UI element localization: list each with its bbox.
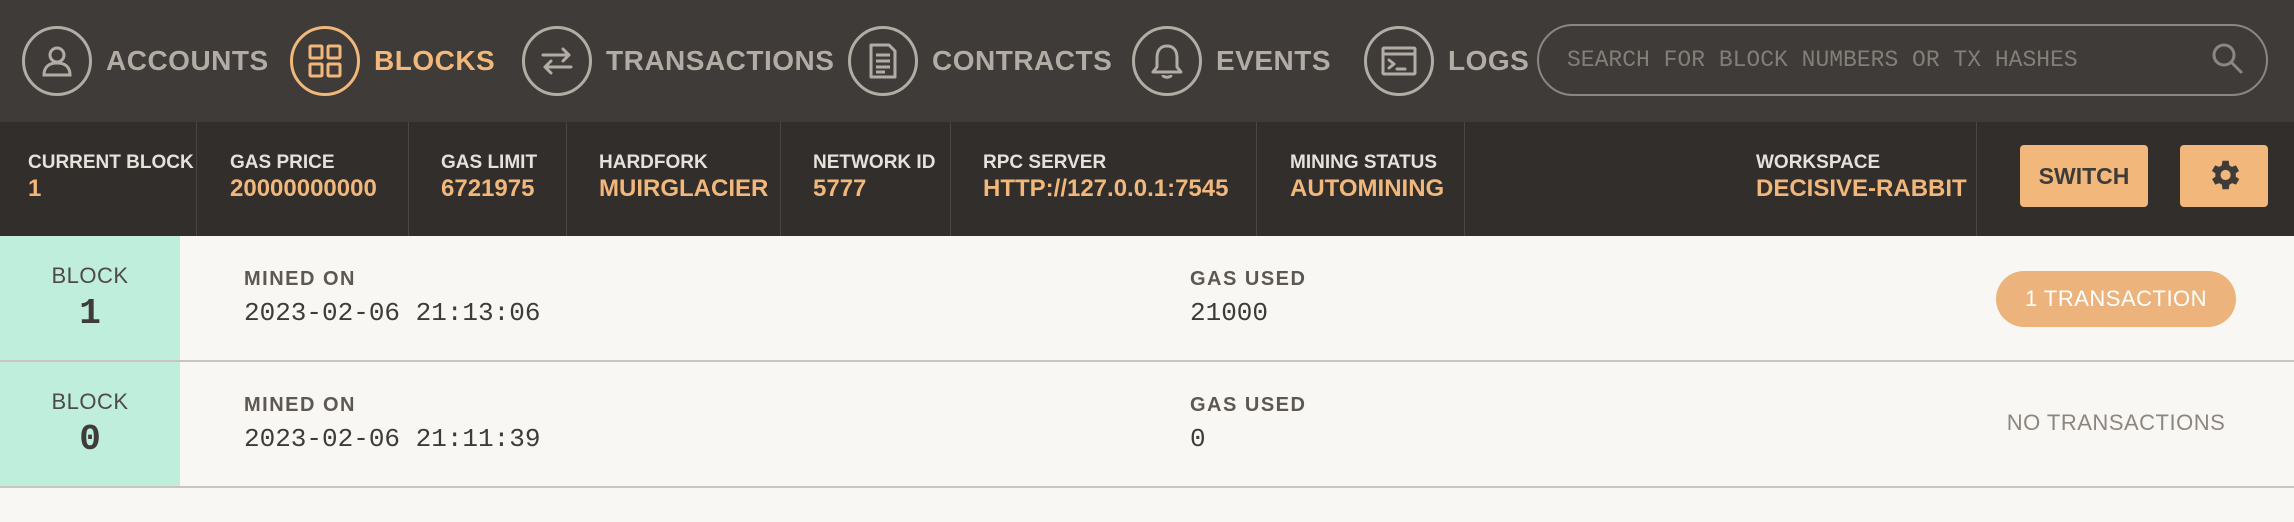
stat-label: CURRENT BLOCK xyxy=(28,152,194,173)
stat-value: MUIRGLACIER xyxy=(599,175,769,202)
gas-used-label: GAS USED xyxy=(1190,394,1307,416)
stat-value: HTTP://127.0.0.1:7545 xyxy=(983,175,1229,202)
mined-on-value: 2023-02-06 21:11:39 xyxy=(244,424,541,454)
stat-current-block: CURRENT BLOCK 1 xyxy=(0,122,197,236)
stat-workspace: WORKSPACE DECISIVE-RABBIT xyxy=(1465,122,1977,236)
nav-transactions[interactable]: TRANSACTIONS xyxy=(522,22,834,100)
stat-hardfork: HARDFORK MUIRGLACIER xyxy=(567,122,781,236)
block-label: BLOCK xyxy=(51,262,129,288)
terminal-icon xyxy=(1364,26,1434,96)
stat-label: WORKSPACE xyxy=(1756,152,1881,173)
stat-value: 6721975 xyxy=(441,175,535,202)
search-input[interactable] xyxy=(1565,46,2210,74)
stat-gas-limit: GAS LIMIT 6721975 xyxy=(409,122,567,236)
top-navigation: ACCOUNTS BLOCKS TRANSACTIONS CONTRACTS E… xyxy=(0,0,2294,122)
stat-gas-price: GAS PRICE 20000000000 xyxy=(197,122,409,236)
block-number-cell: BLOCK 0 xyxy=(0,362,180,486)
stat-label: NETWORK ID xyxy=(813,152,936,173)
bell-icon xyxy=(1132,26,1202,96)
transaction-count-badge[interactable]: 1 TRANSACTION xyxy=(1996,271,2236,327)
search-box[interactable] xyxy=(1537,24,2268,96)
stat-value: AUTOMINING xyxy=(1290,175,1445,202)
block-row[interactable]: BLOCK 1 MINED ON 2023-02-06 21:13:06 GAS… xyxy=(0,236,2294,362)
stat-label: RPC SERVER xyxy=(983,152,1107,173)
block-row[interactable]: BLOCK 0 MINED ON 2023-02-06 21:11:39 GAS… xyxy=(0,362,2294,488)
nav-events[interactable]: EVENTS xyxy=(1132,22,1331,100)
nav-blocks-label: BLOCKS xyxy=(374,45,496,76)
user-icon xyxy=(22,26,92,96)
block-number: 0 xyxy=(79,418,101,460)
search-icon[interactable] xyxy=(2210,41,2244,80)
nav-events-label: EVENTS xyxy=(1216,45,1332,76)
nav-accounts-label: ACCOUNTS xyxy=(106,45,269,76)
nav-logs-label: LOGS xyxy=(1448,45,1530,76)
swap-arrows-icon xyxy=(522,26,592,96)
nav-accounts[interactable]: ACCOUNTS xyxy=(22,22,269,100)
grid-icon xyxy=(290,26,360,96)
nav-blocks[interactable]: BLOCKS xyxy=(290,22,495,100)
gas-used-value: 0 xyxy=(1190,424,1206,454)
stat-network-id: NETWORK ID 5777 xyxy=(781,122,951,236)
stat-value: 5777 xyxy=(813,175,867,202)
block-number-cell: BLOCK 1 xyxy=(0,236,180,360)
nav-logs[interactable]: LOGS xyxy=(1364,22,1529,100)
block-label: BLOCK xyxy=(51,388,129,414)
stat-label: HARDFORK xyxy=(599,152,708,173)
gas-used-value: 21000 xyxy=(1190,298,1269,328)
block-number: 1 xyxy=(79,292,101,334)
nav-contracts[interactable]: CONTRACTS xyxy=(848,22,1112,100)
document-icon xyxy=(848,26,918,96)
stat-label: GAS LIMIT xyxy=(441,152,538,173)
stat-label: MINING STATUS xyxy=(1290,152,1438,173)
switch-button[interactable]: SWITCH xyxy=(2020,145,2148,207)
no-transactions-text: NO TRANSACTIONS xyxy=(2006,410,2226,435)
gear-icon xyxy=(2205,156,2243,197)
stat-value: 1 xyxy=(28,175,42,202)
nav-transactions-label: TRANSACTIONS xyxy=(606,45,835,76)
nav-contracts-label: CONTRACTS xyxy=(932,45,1113,76)
stat-mining-status: MINING STATUS AUTOMINING xyxy=(1257,122,1465,236)
mined-on-label: MINED ON xyxy=(244,394,356,416)
stat-rpc-server: RPC SERVER HTTP://127.0.0.1:7545 xyxy=(951,122,1257,236)
mined-on-label: MINED ON xyxy=(244,268,356,290)
stat-label: GAS PRICE xyxy=(230,152,335,173)
status-bar: CURRENT BLOCK 1 GAS PRICE 20000000000 GA… xyxy=(0,122,2294,236)
stat-value: 20000000000 xyxy=(230,175,377,202)
settings-button[interactable] xyxy=(2180,145,2268,207)
stat-value: DECISIVE-RABBIT xyxy=(1756,175,1967,202)
gas-used-label: GAS USED xyxy=(1190,268,1307,290)
mined-on-value: 2023-02-06 21:13:06 xyxy=(244,298,541,328)
